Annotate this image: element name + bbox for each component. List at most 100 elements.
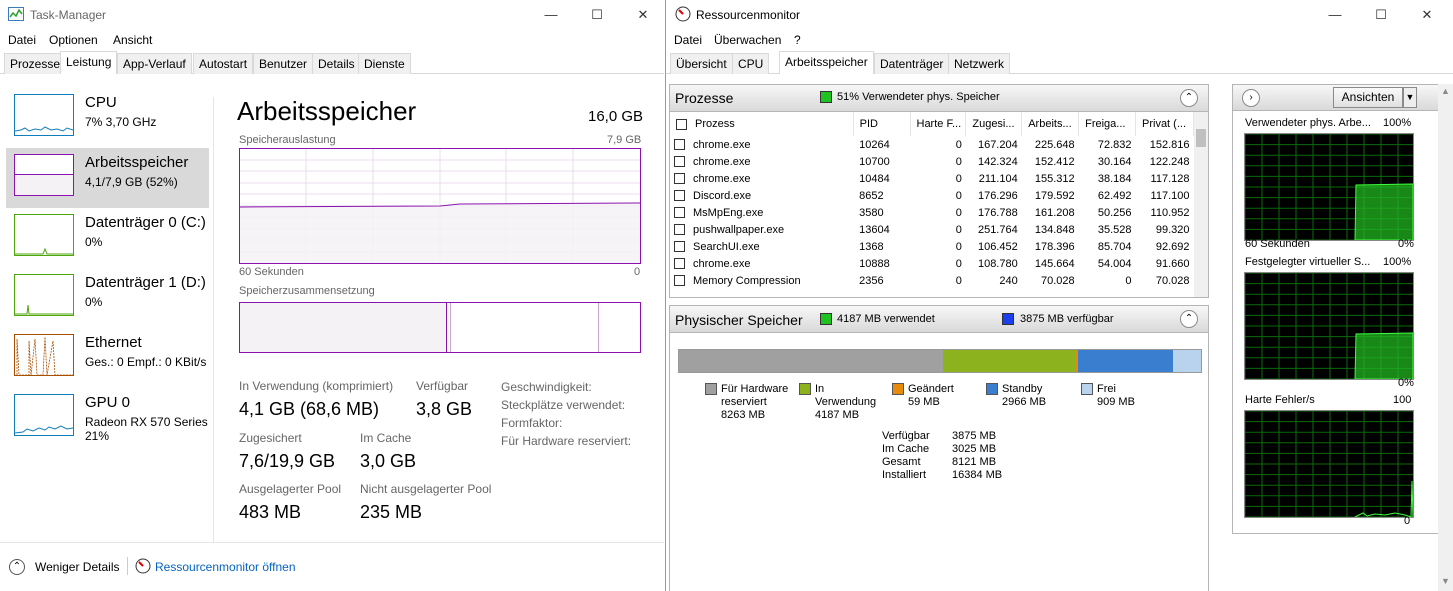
sidebar-ethernet-title: Ethernet <box>85 334 142 351</box>
row-checkbox[interactable] <box>674 241 685 253</box>
views-dropdown-icon[interactable]: ▼ <box>1403 87 1417 108</box>
tab-prozesse[interactable]: Prozesse <box>4 53 67 74</box>
process-scroll-thumb[interactable] <box>1196 129 1206 147</box>
table-cell: 72.832 <box>1097 138 1132 151</box>
physical-collapse-icon[interactable]: ⌃ <box>1180 310 1198 328</box>
table-cell: 110.952 <box>1150 206 1190 219</box>
col-prozess[interactable]: Prozess <box>670 112 854 136</box>
rm-minimize-button[interactable]: — <box>1312 0 1358 30</box>
col-freigabe[interactable]: Freiga... <box>1078 112 1136 136</box>
table-cell: 167.204 <box>977 138 1018 151</box>
rm-maximize-button[interactable]: ☐ <box>1358 0 1404 30</box>
tab-leistung[interactable]: Leistung <box>60 51 118 74</box>
tm-menu-datei[interactable]: Datei <box>8 33 36 47</box>
chevron-right-icon[interactable]: › <box>1242 89 1260 107</box>
views-button[interactable]: Ansichten <box>1333 87 1403 108</box>
process-name-cell: chrome.exe <box>670 153 853 170</box>
cached-label: Im Cache <box>360 431 412 445</box>
tab-autostart[interactable]: Autostart <box>193 53 254 74</box>
open-resource-monitor-link[interactable]: Ressourcenmonitor öffnen <box>155 560 296 574</box>
row-checkbox[interactable] <box>674 173 685 185</box>
fewer-details-link[interactable]: Weniger Details <box>35 560 119 574</box>
table-cell: 161.208 <box>1034 206 1075 219</box>
col-pid[interactable]: PID <box>853 112 911 136</box>
memory-usage-graph <box>239 148 641 264</box>
table-cell: 176.296 <box>977 189 1018 202</box>
process-name: pushwallpaper.exe <box>693 223 785 236</box>
row-checkbox[interactable] <box>674 139 685 151</box>
cached-value: 3,0 GB <box>360 451 417 471</box>
table-row[interactable]: chrome.exe 10888 0 108.780 145.664 54.004 91.6… <box>670 255 1194 272</box>
resource-monitor-icon[interactable] <box>135 558 151 574</box>
rm-titlebar: Ressourcenmonitor — ☐ ✕ <box>666 0 1453 30</box>
row-checkbox[interactable] <box>674 224 685 236</box>
rm-tab-datentraeger[interactable]: Datenträger <box>874 53 950 74</box>
table-cell: 30.164 <box>1097 155 1132 168</box>
col-zugesichert[interactable]: Zugesi... <box>965 112 1023 136</box>
row-checkbox[interactable] <box>674 190 685 202</box>
process-table-header: Prozess PID Harte F... Zugesi... Arbeits… <box>670 112 1194 136</box>
sidebar-item-ethernet[interactable]: Ethernet Ges.: 0 Empf.: 0 KBit/s <box>6 328 209 388</box>
row-checkbox[interactable] <box>674 156 685 168</box>
rm-menu-ueberwachen[interactable]: Überwachen <box>714 33 781 47</box>
processes-collapse-icon[interactable]: ⌃ <box>1180 89 1198 107</box>
col-arbeitssatz[interactable]: Arbeits... <box>1021 112 1080 136</box>
col-privat[interactable]: Privat (... <box>1135 112 1194 136</box>
tab-dienste[interactable]: Dienste <box>358 53 411 74</box>
composition-label: Speicherzusammensetzung <box>239 285 375 297</box>
table-cell: 1368 <box>859 240 884 253</box>
table-row[interactable]: MsMpEng.exe 3580 0 176.788 161.208 50.256 110.… <box>670 204 1194 221</box>
legend-value: 4187 MB <box>815 409 860 421</box>
row-checkbox[interactable] <box>674 275 685 287</box>
scroll-down-icon[interactable]: ▼ <box>1441 576 1450 586</box>
table-row[interactable]: chrome.exe 10264 0 167.204 225.648 72.832 152.… <box>670 136 1194 153</box>
table-row[interactable]: Memory Compression 2356 0 240 70.028 0 70.028 <box>670 272 1194 289</box>
rm-close-button[interactable]: ✕ <box>1404 0 1450 30</box>
summary-label: Verfügbar <box>882 430 930 442</box>
rm-tab-uebersicht[interactable]: Übersicht <box>670 53 733 74</box>
select-all-checkbox[interactable] <box>676 118 687 130</box>
rm-menu-datei[interactable]: Datei <box>674 33 702 47</box>
sidebar-item-disk0[interactable]: Datenträger 0 (C:) 0% <box>6 208 209 268</box>
table-row[interactable]: pushwallpaper.exe 13604 0 251.764 134.848 35.… <box>670 221 1194 238</box>
tm-menu-ansicht[interactable]: Ansicht <box>113 33 152 47</box>
rm-tab-cpu[interactable]: CPU <box>732 53 770 74</box>
tm-minimize-button[interactable]: — <box>528 0 574 30</box>
table-row[interactable]: SearchUI.exe 1368 0 106.452 178.396 85.704 92.… <box>670 238 1194 255</box>
sidebar-gpu-sub2: 21% <box>85 429 110 443</box>
sidebar-item-gpu[interactable]: GPU 0 Radeon RX 570 Series 21% <box>6 388 209 452</box>
sidebar-item-disk1[interactable]: Datenträger 1 (D:) 0% <box>6 268 209 328</box>
process-name: Discord.exe <box>693 189 752 202</box>
row-checkbox[interactable] <box>674 207 685 219</box>
tm-menu-optionen[interactable]: Optionen <box>49 33 98 47</box>
physical-memory-header[interactable]: Physischer Speicher 4187 MB verwendet 38… <box>669 305 1209 333</box>
tab-benutzer[interactable]: Benutzer <box>253 53 314 74</box>
tm-maximize-button[interactable]: ☐ <box>574 0 620 30</box>
table-row[interactable]: Discord.exe 8652 0 176.296 179.592 62.492 117.… <box>670 187 1194 204</box>
col-harte-fehler[interactable]: Harte F... <box>910 112 967 136</box>
scroll-up-icon[interactable]: ▲ <box>1441 86 1450 96</box>
used-swatch <box>820 313 832 325</box>
processes-status: 51% Verwendeter phys. Speicher <box>837 91 1000 103</box>
row-checkbox[interactable] <box>674 258 685 270</box>
legend-label-line1: Für Hardware <box>721 383 789 395</box>
sidebar-item-cpu[interactable]: CPU 7% 3,70 GHz <box>6 88 209 148</box>
chevron-up-icon[interactable]: ⌃ <box>9 559 25 575</box>
rm-scrollbar[interactable]: ▲ ▼ <box>1438 84 1453 591</box>
summary-label: Gesamt <box>882 456 921 468</box>
process-scrollbar[interactable] <box>1194 112 1208 297</box>
tm-close-button[interactable]: ✕ <box>620 0 664 30</box>
legend-label: Frei <box>1097 383 1116 396</box>
rm-tab-netzwerk[interactable]: Netzwerk <box>948 53 1011 74</box>
rm-tab-arbeitsspeicher[interactable]: Arbeitsspeicher <box>779 51 874 74</box>
tab-details[interactable]: Details <box>312 53 361 74</box>
rm-menu-help[interactable]: ? <box>794 33 801 47</box>
sidebar-item-memory[interactable]: Arbeitsspeicher 4,1/7,9 GB (52%) <box>6 148 209 208</box>
legend-label-line1: Frei <box>1097 383 1116 395</box>
table-row[interactable]: chrome.exe 10484 0 211.104 155.312 38.184 117.… <box>670 170 1194 187</box>
tab-app-verlauf[interactable]: App-Verlauf <box>117 53 192 74</box>
bar-standby <box>1078 350 1173 372</box>
g3-title: Harte Fehler/s <box>1245 394 1315 406</box>
processes-header[interactable]: Prozesse 51% Verwendeter phys. Speicher … <box>669 84 1209 112</box>
table-row[interactable]: chrome.exe 10700 0 142.324 152.412 30.164 122.… <box>670 153 1194 170</box>
